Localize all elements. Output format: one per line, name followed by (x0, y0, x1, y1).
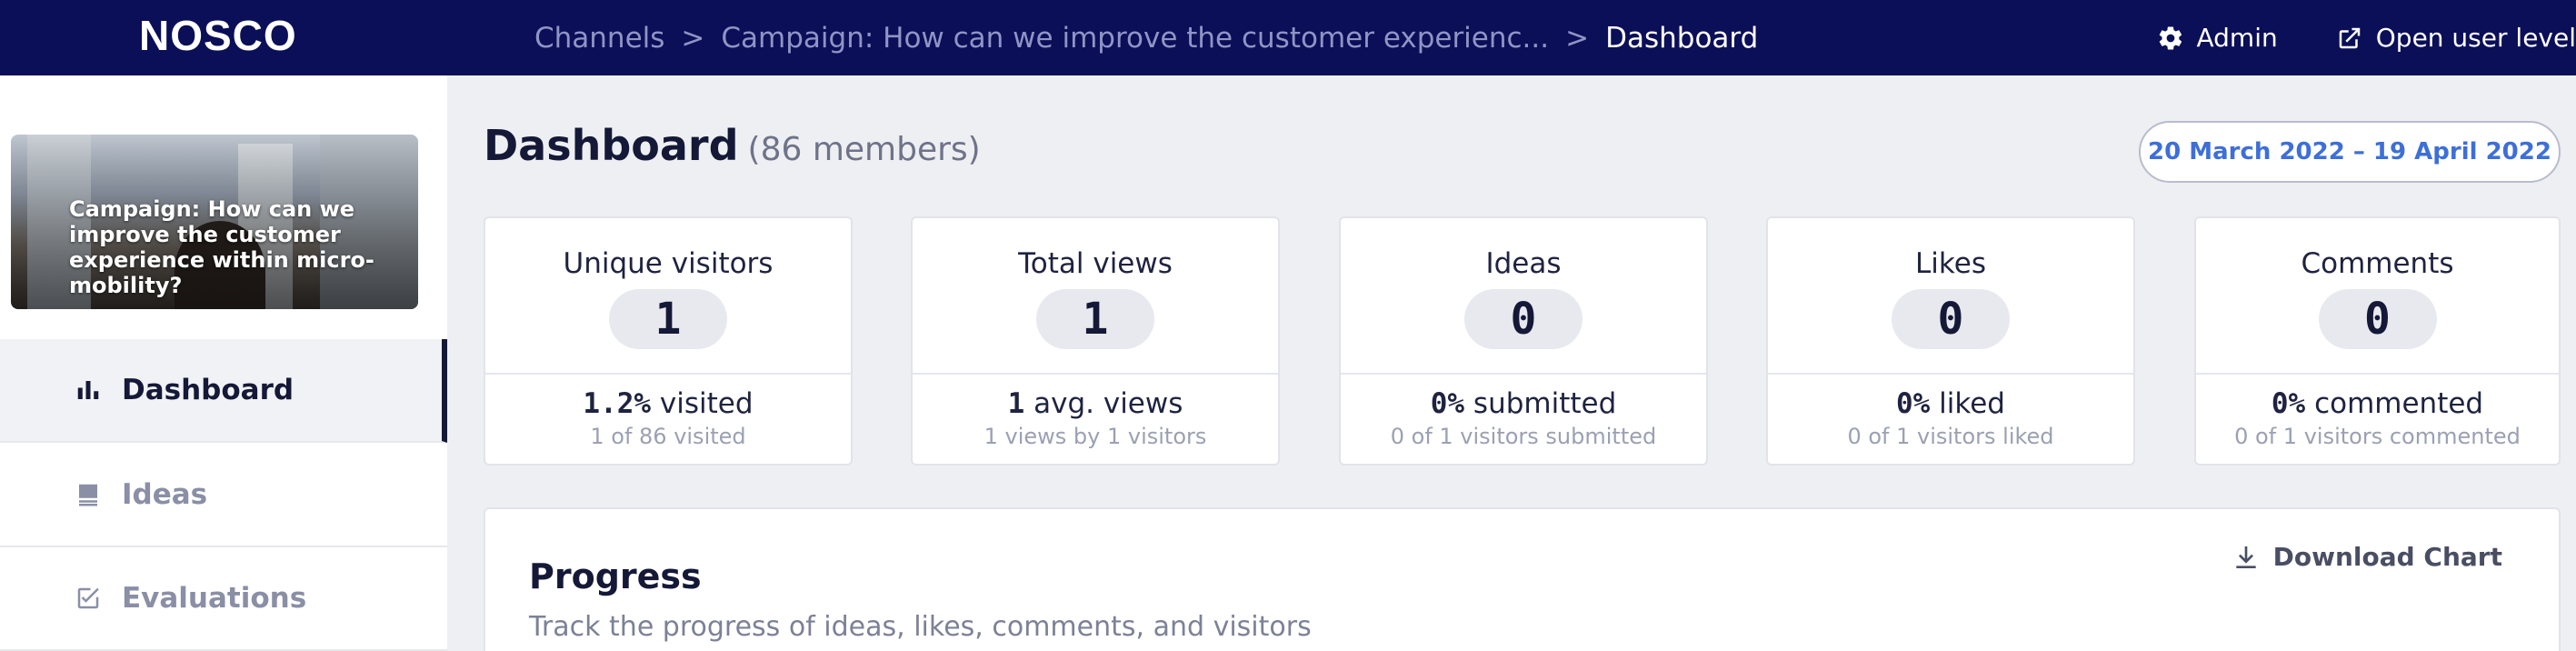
stat-label: Total views (1018, 247, 1173, 280)
stat-detail: 1 of 86 visited (590, 424, 746, 449)
stat-card-footer: 0% submitted 0 of 1 visitors submitted (1341, 375, 1706, 449)
stat-summary: 1 avg. views (913, 387, 1278, 420)
header-actions: Admin Open user level (2157, 0, 2576, 75)
campaign-card[interactable]: Campaign: How can we improve the custome… (11, 135, 418, 309)
stat-card-header: Unique visitors 1 (485, 218, 851, 375)
open-user-level-label: Open user level (2375, 23, 2576, 53)
download-chart-label: Download Chart (2272, 542, 2502, 572)
sidebar: Campaign: How can we improve the custome… (0, 75, 447, 651)
progress-subtitle: Track the progress of ideas, likes, comm… (529, 611, 1312, 643)
sidebar-item-evaluations[interactable]: Evaluations (0, 547, 447, 651)
campaign-card-title: Campaign: How can we improve the custome… (69, 196, 374, 298)
stat-value: 1 (609, 289, 727, 349)
progress-title: Progress (529, 556, 702, 596)
progress-panel: Progress Track the progress of ideas, li… (484, 507, 2561, 651)
stat-summary: 0% commented (2196, 387, 2559, 420)
page-title: Dashboard (86 members) (484, 121, 981, 170)
bar-chart-icon (77, 381, 99, 399)
admin-button[interactable]: Admin (2157, 23, 2278, 53)
gear-icon (2159, 25, 2182, 50)
stat-detail: 1 views by 1 visitors (983, 424, 1207, 449)
stat-label: Comments (2301, 247, 2454, 280)
stat-card-footer: 0% liked 0 of 1 visitors liked (1768, 375, 2133, 449)
stat-card-footer: 1 avg. views 1 views by 1 visitors (913, 375, 1278, 449)
checkbox-icon (77, 587, 99, 609)
breadcrumb-campaign[interactable]: Campaign: How can we improve the custome… (721, 22, 1549, 55)
stat-card-header: Total views 1 (913, 218, 1278, 375)
stat-summary-text: commented (2305, 387, 2484, 420)
stat-detail: 0 of 1 visitors submitted (1390, 424, 1657, 449)
sidebar-item-label: Evaluations (122, 582, 307, 615)
breadcrumb-channels[interactable]: Channels (534, 22, 664, 55)
stat-summary: 1.2% visited (485, 387, 851, 420)
breadcrumb-separator: > (681, 21, 705, 55)
stat-value: 0 (2318, 289, 2437, 349)
top-navigation-bar: NOSCO Channels > Campaign: How can we im… (0, 0, 2576, 75)
stat-label: Ideas (1485, 247, 1562, 280)
stat-label: Unique visitors (563, 247, 774, 280)
stat-summary: 0% liked (1768, 387, 2133, 420)
breadcrumb: Channels > Campaign: How can we improve … (534, 0, 1758, 75)
open-user-level-button[interactable]: Open user level (2336, 23, 2576, 53)
stat-summary-number: 0% (1430, 387, 1465, 420)
stat-value: 0 (1464, 289, 1583, 349)
stat-value: 0 (1892, 289, 2010, 349)
stat-summary-number: 1 (1007, 387, 1025, 420)
stat-card-unique-visitors: Unique visitors 1 1.2% visited 1 of 86 v… (484, 216, 853, 466)
stat-card-footer: 0% commented 0 of 1 visitors commented (2196, 375, 2559, 449)
sidebar-item-dashboard[interactable]: Dashboard (0, 339, 447, 443)
page-title-text: Dashboard (484, 121, 739, 170)
stat-summary-number: 0% (2271, 387, 2306, 420)
stat-summary-number: 1.2% (583, 387, 652, 420)
stat-card-total-views: Total views 1 1 avg. views 1 views by 1 … (911, 216, 1280, 466)
nosco-logo[interactable]: NOSCO (139, 11, 297, 60)
breadcrumb-current: Dashboard (1605, 21, 1759, 55)
admin-label: Admin (2196, 23, 2278, 53)
external-link-icon (2339, 27, 2360, 48)
sidebar-item-label: Ideas (122, 478, 208, 511)
stat-label: Likes (1915, 247, 1986, 280)
stat-summary-text: visited (651, 387, 754, 420)
stat-summary-text: avg. views (1024, 387, 1183, 420)
date-range-picker[interactable]: 20 March 2022 – 19 April 2022 (2139, 121, 2561, 183)
stat-summary-text: liked (1930, 387, 2005, 420)
stat-card-footer: 1.2% visited 1 of 86 visited (485, 375, 851, 449)
stat-card-likes: Likes 0 0% liked 0 of 1 visitors liked (1766, 216, 2135, 466)
download-chart-button[interactable]: Download Chart (2232, 542, 2502, 572)
stat-summary-text: submitted (1464, 387, 1617, 420)
sidebar-item-ideas[interactable]: Ideas (0, 444, 447, 547)
stat-detail: 0 of 1 visitors commented (2234, 424, 2521, 449)
stat-card-header: Comments 0 (2196, 218, 2559, 375)
sidebar-item-label: Dashboard (122, 374, 295, 406)
stat-card-ideas: Ideas 0 0% submitted 0 of 1 visitors sub… (1339, 216, 1708, 466)
stat-card-header: Ideas 0 (1341, 218, 1706, 375)
stat-card-header: Likes 0 (1768, 218, 2133, 375)
breadcrumb-separator: > (1565, 21, 1590, 55)
stat-detail: 0 of 1 visitors liked (1847, 424, 2054, 449)
download-icon (2235, 546, 2256, 568)
stat-summary-number: 0% (1895, 387, 1931, 420)
member-count: (86 members) (747, 131, 981, 168)
stat-value: 1 (1036, 289, 1154, 349)
stat-card-comments: Comments 0 0% commented 0 of 1 visitors … (2194, 216, 2561, 466)
ideas-icon (79, 484, 97, 506)
stat-summary: 0% submitted (1341, 387, 1706, 420)
